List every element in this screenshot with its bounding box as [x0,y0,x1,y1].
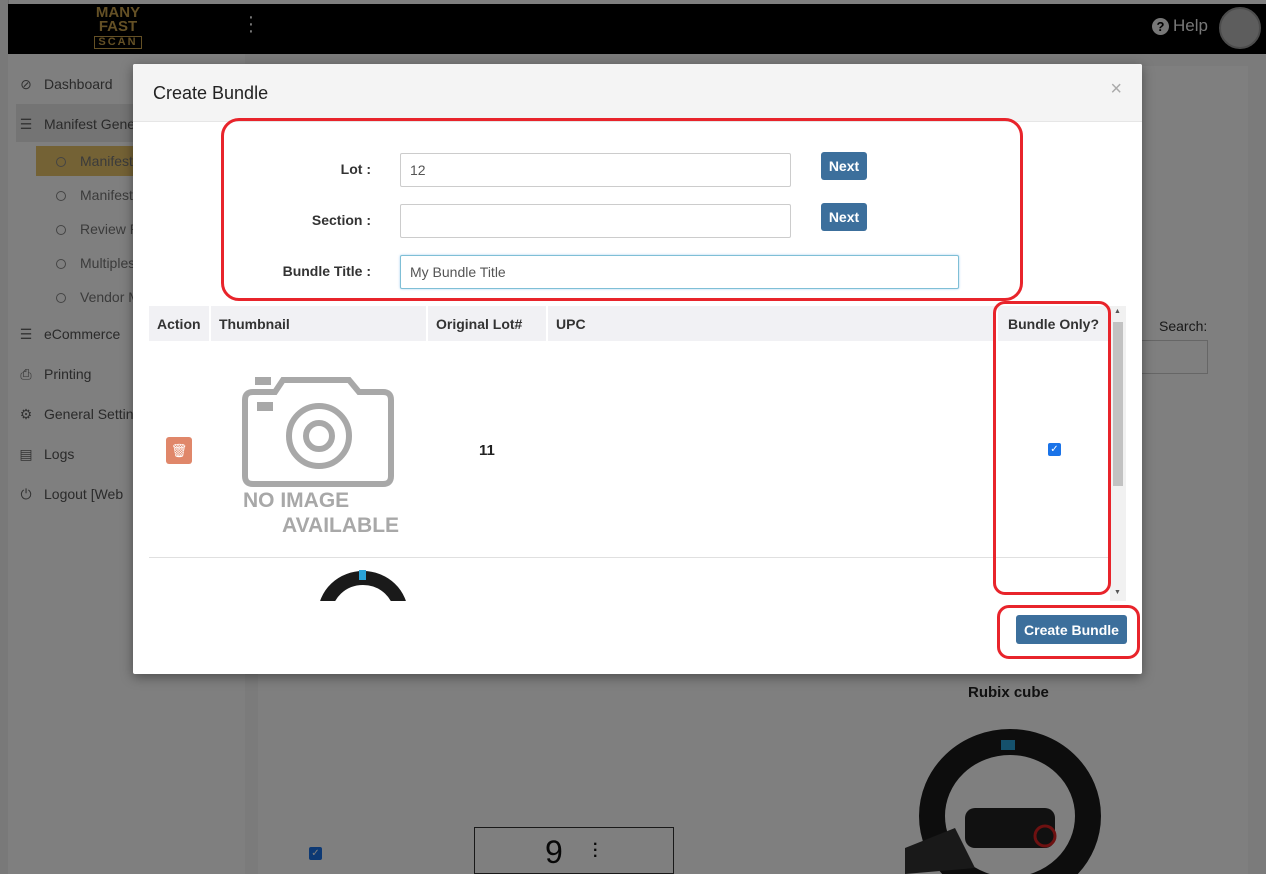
trash-icon: 🗑 [170,443,188,458]
table-header: Action Thumbnail Original Lot# UPC Bundl… [149,306,1110,341]
scroll-up-arrow-icon[interactable]: ▲ [1114,308,1121,315]
form-highlight-box [221,118,1023,301]
scrollbar-thumb[interactable] [1113,322,1123,486]
row-divider [149,557,1110,558]
bundle-items-table: Action Thumbnail Original Lot# UPC Bundl… [149,306,1126,601]
bundle-only-highlight-box [993,301,1111,595]
header-action: Action [157,316,201,332]
delete-row-button[interactable]: 🗑 [166,437,192,464]
modal-title: Create Bundle [153,83,269,103]
header-original-lot: Original Lot# [436,316,523,332]
header-thumbnail: Thumbnail [219,316,290,332]
header-separator [546,306,548,341]
close-icon[interactable]: × [1110,78,1122,101]
row-original-lot: 11 [479,442,495,459]
no-image-text-line1: NO IMAGE [243,489,350,512]
header-upc: UPC [556,316,586,332]
steering-wheel-thumbnail [320,570,406,601]
scroll-down-arrow-icon[interactable]: ▼ [1114,589,1121,596]
create-button-highlight-box [997,605,1140,659]
no-image-text-line2: AVAILABLE [282,514,400,537]
header-separator [426,306,428,341]
header-separator [209,306,211,341]
modal-header: Create Bundle × [133,64,1142,122]
